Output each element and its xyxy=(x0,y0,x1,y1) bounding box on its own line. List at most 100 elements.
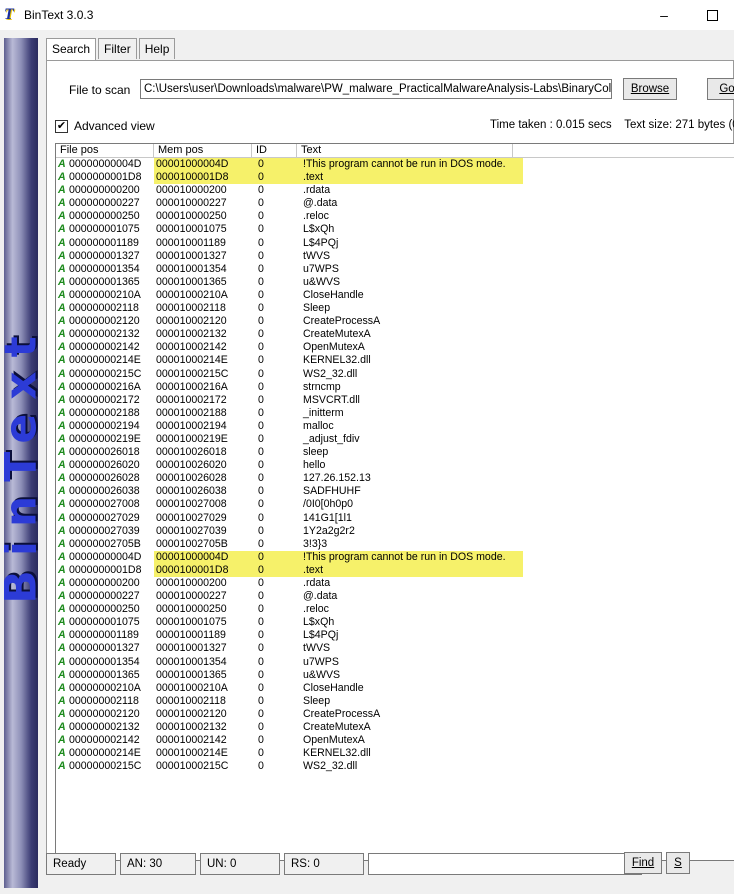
table-row[interactable]: A 0000000001D8 0000100001D8 0 .text xyxy=(56,563,734,577)
id-cell: 0 xyxy=(258,419,264,432)
table-row[interactable]: A 0000000001D8 0000100001D8 0 .text xyxy=(56,171,734,185)
table-row[interactable]: A 000000002120 000010002120 0 CreateProcessA xyxy=(56,315,734,328)
mem-pos-cell: 000010002172 xyxy=(156,393,227,406)
ansi-string-icon: A xyxy=(58,642,66,655)
table-row[interactable]: A 000000002132 000010002132 0 CreateMutexA xyxy=(56,721,734,734)
id-cell: 0 xyxy=(258,249,264,262)
advanced-view-checkbox[interactable]: ✔ xyxy=(55,119,68,133)
file-pos-cell: 000000001189 xyxy=(69,236,139,249)
table-row[interactable]: A 000000000200 000010000200 0 .rdata xyxy=(56,577,734,590)
table-row[interactable]: A 000000000227 000010000227 0 @.data xyxy=(56,197,734,210)
column-file-pos[interactable]: File pos xyxy=(56,144,154,158)
table-row[interactable]: A 00000000216A 00001000216A 0 strncmp xyxy=(56,381,734,394)
ansi-string-icon: A xyxy=(58,210,66,223)
table-row[interactable]: A 000000001354 000010001354 0 u7WPS xyxy=(56,656,734,669)
table-row[interactable]: A 000000001354 000010001354 0 u7WPS xyxy=(56,263,734,276)
mem-pos-cell: 000010000227 xyxy=(156,197,227,210)
table-row[interactable]: A 000000026028 000010026028 0 127.26.152.13 xyxy=(56,472,734,485)
file-pos-cell: 000000002120 xyxy=(69,315,140,328)
table-row[interactable]: A 000000002142 000010002142 0 OpenMutexA xyxy=(56,341,734,354)
text-cell: 127.26.152.13 xyxy=(303,472,371,485)
tab-filter[interactable]: Filter xyxy=(98,38,137,59)
tab-help[interactable]: Help xyxy=(138,38,176,59)
table-row[interactable]: A 000000002118 000010002118 0 Sleep xyxy=(56,695,734,708)
file-pos-cell: 000000000200 xyxy=(69,184,140,197)
id-cell: 0 xyxy=(258,734,264,747)
id-cell: 0 xyxy=(258,694,264,707)
table-row[interactable]: A 000000026038 000010026038 0 SADFHUHF xyxy=(56,485,734,498)
id-cell: 0 xyxy=(258,590,264,603)
file-pos-cell: 000000002132 xyxy=(69,328,140,341)
tab-search[interactable]: Search xyxy=(46,38,97,61)
table-row[interactable]: A 000000000250 000010000250 0 .reloc xyxy=(56,603,734,616)
table-row[interactable]: A 000000000200 000010000200 0 .rdata xyxy=(56,184,734,197)
mem-pos-cell: 000010002142 xyxy=(156,341,227,354)
go-button[interactable]: Go xyxy=(707,78,734,100)
table-row[interactable]: A 00000000210A 00001000210A 0 CloseHandle xyxy=(56,289,734,302)
table-row[interactable]: A 000000002132 000010002132 0 CreateMutexA xyxy=(56,328,734,341)
table-row[interactable]: A 000000026018 000010026018 0 sleep xyxy=(56,446,734,459)
text-cell: u7WPS xyxy=(303,262,339,275)
table-row[interactable]: A 00000000214E 00001000214E 0 KERNEL32.dll xyxy=(56,747,734,760)
table-row[interactable]: A 00000000215C 00001000215C 0 WS2_32.dll xyxy=(56,760,734,773)
table-row[interactable]: A 00000000210A 00001000210A 0 CloseHandle xyxy=(56,682,734,695)
results-list[interactable]: File pos Mem pos ID Text A 00000000004D 00… xyxy=(55,143,734,861)
table-row[interactable]: A 00000000004D 00001000004D 0 !This program … xyxy=(56,550,734,564)
table-row[interactable]: A 000000001075 000010001075 0 L$xQh xyxy=(56,223,734,236)
find-input[interactable] xyxy=(368,853,642,875)
text-cell: WS2_32.dll xyxy=(303,760,358,773)
table-row[interactable]: A 000000002142 000010002142 0 OpenMutexA xyxy=(56,734,734,747)
find-button[interactable]: Find xyxy=(624,852,662,874)
table-row[interactable]: A 000000001327 000010001327 0 tWVS xyxy=(56,250,734,263)
column-text[interactable]: Text xyxy=(297,144,513,158)
table-row[interactable]: A 000000002120 000010002120 0 CreateProcessA xyxy=(56,708,734,721)
maximize-button[interactable] xyxy=(702,6,722,24)
table-row[interactable]: A 000000001189 000010001189 0 L$4PQj xyxy=(56,237,734,250)
file-path-input[interactable]: C:\Users\user\Downloads\malware\PW_malwa… xyxy=(140,79,612,99)
table-row[interactable]: A 00000002705B 00001002705B 0 3!3}3 xyxy=(56,538,734,551)
table-row[interactable]: A 000000001365 000010001365 0 u&WVS xyxy=(56,669,734,682)
file-pos-cell: 000000026038 xyxy=(69,485,140,498)
table-row[interactable]: A 000000000250 000010000250 0 .reloc xyxy=(56,210,734,223)
table-row[interactable]: A 000000002172 000010002172 0 MSVCRT.dll xyxy=(56,394,734,407)
text-cell: _adjust_fdiv xyxy=(303,432,360,445)
text-cell: u&WVS xyxy=(303,668,341,681)
table-row[interactable]: A 000000027029 000010027029 0 141G1[1l1 xyxy=(56,512,734,525)
minimize-button[interactable]: – xyxy=(654,6,674,24)
table-row[interactable]: A 000000027039 000010027039 0 1Y2a2g2r2 xyxy=(56,525,734,538)
table-row[interactable]: A 000000001365 000010001365 0 u&WVS xyxy=(56,276,734,289)
save-button[interactable]: S xyxy=(666,852,690,874)
table-row[interactable]: A 000000001075 000010001075 0 L$xQh xyxy=(56,616,734,629)
ansi-string-icon: A xyxy=(58,406,66,419)
table-row[interactable]: A 00000000004D 00001000004D 0 !This program … xyxy=(56,158,734,171)
ansi-string-icon: A xyxy=(58,590,66,603)
table-row[interactable]: A 000000026020 000010026020 0 hello xyxy=(56,459,734,472)
table-row[interactable]: A 00000000219E 00001000219E 0 _adjust_fdiv xyxy=(56,433,734,446)
ansi-string-icon: A xyxy=(58,563,66,576)
table-row[interactable]: A 000000000227 000010000227 0 @.data xyxy=(56,590,734,603)
ansi-string-icon: A xyxy=(58,367,66,380)
table-row[interactable]: A 000000001189 000010001189 0 L$4PQj xyxy=(56,629,734,642)
mem-pos-cell: 000010000200 xyxy=(156,577,227,589)
table-row[interactable]: A 00000000214E 00001000214E 0 KERNEL32.dll xyxy=(56,354,734,367)
file-pos-cell: 0000000001D8 xyxy=(69,171,142,184)
advanced-view-option[interactable]: ✔ Advanced view xyxy=(55,119,155,133)
id-cell: 0 xyxy=(258,721,264,734)
column-mem-pos[interactable]: Mem pos xyxy=(154,144,252,158)
mem-pos-cell: 000010027008 xyxy=(156,498,227,511)
table-row[interactable]: A 000000002118 000010002118 0 Sleep xyxy=(56,302,734,315)
table-row[interactable]: A 000000001327 000010001327 0 tWVS xyxy=(56,642,734,655)
browse-button[interactable]: Browse xyxy=(623,78,677,100)
text-cell: .text xyxy=(300,171,523,185)
table-row[interactable]: A 00000000215C 00001000215C 0 WS2_32.dll xyxy=(56,368,734,381)
file-pos-cell: 000000000250 xyxy=(69,210,140,223)
ansi-string-icon: A xyxy=(58,341,66,354)
table-row[interactable]: A 000000002188 000010002188 0 _initterm xyxy=(56,407,734,420)
table-row[interactable]: A 000000027008 000010027008 0/0I0[0h0p0 xyxy=(56,498,734,511)
table-row[interactable]: A 000000002194 000010002194 0 malloc xyxy=(56,420,734,433)
column-id[interactable]: ID xyxy=(252,144,297,158)
ansi-string-icon: A xyxy=(58,171,66,184)
file-pos-cell: 00000000210A xyxy=(69,288,141,301)
ansi-string-icon: A xyxy=(58,288,66,301)
id-cell: 0 xyxy=(258,655,264,668)
